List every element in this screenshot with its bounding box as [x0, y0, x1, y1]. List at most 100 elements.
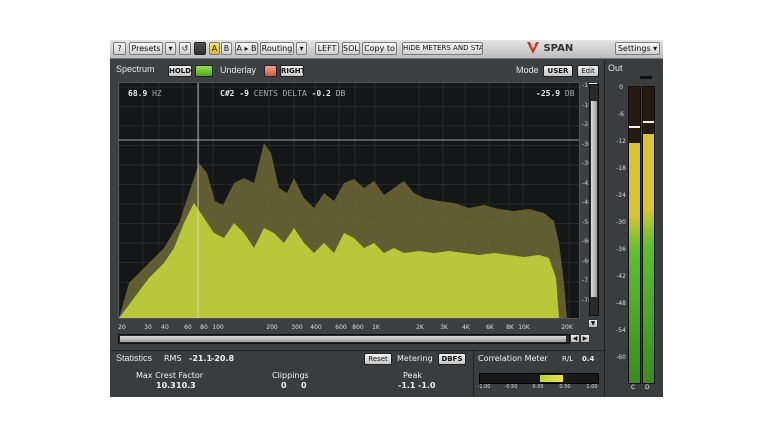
scroll-left-icon[interactable]: ◀ [570, 334, 580, 343]
max-crest-label: Max Crest Factor [136, 371, 204, 380]
readout-frequency: 68.9 HZ [128, 89, 162, 98]
peak-label: Peak [403, 371, 422, 380]
ab-copy-button[interactable]: A ▸ B [235, 42, 258, 55]
frequency-tick-label: 20K [561, 324, 573, 331]
rl-label: R/L [562, 355, 574, 363]
max-crest-right-value: 10.3 [176, 381, 196, 390]
peak-left-value: -1.1 [398, 381, 416, 390]
readout-note: C#2 -9 CENTS DELTA -0.2 DB [220, 89, 346, 98]
correlation-meter-bar [479, 373, 599, 384]
frequency-tick-label: 3K [440, 324, 448, 331]
clippings-right-value: 0 [301, 381, 307, 390]
underlay-label: Underlay [220, 65, 257, 75]
span-plugin-window: ? Presets ▾ ↺ A B A ▸ B Routing ▾ LEFT S… [110, 40, 663, 397]
ab-b-button[interactable]: B [221, 42, 232, 55]
frequency-tick-label: 800 [352, 324, 364, 331]
span-logo: SPAN [526, 41, 573, 57]
logo-text: SPAN [543, 43, 574, 54]
output-tick-label: -42 [616, 273, 626, 280]
frequency-tick-label: 2K [416, 324, 424, 331]
rl-value: 0.4 [582, 355, 595, 363]
frequency-tick-label: 20 [118, 324, 126, 331]
statistics-label: Statistics [116, 353, 153, 363]
rms-label: RMS [164, 354, 182, 363]
spectrum-graph [119, 83, 579, 318]
frequency-tick-label: 40 [161, 324, 169, 331]
scroll-down-icon[interactable]: ▼ [588, 319, 598, 328]
copy-to-button[interactable]: Copy to [362, 42, 397, 55]
correlation-tick-label: 0.00 [532, 384, 544, 390]
output-tick-label: -54 [616, 327, 626, 334]
undo-icon[interactable]: ↺ [179, 42, 191, 55]
output-tick-label: -24 [616, 192, 626, 199]
output-tick-label: -48 [616, 300, 626, 307]
settings-button[interactable]: Settings ▾ [615, 42, 660, 55]
output-tick-label: -30 [616, 219, 626, 226]
bypass-button[interactable] [194, 42, 206, 55]
rms-right-value: -20.8 [211, 354, 235, 363]
horizontal-scrollbar[interactable] [118, 334, 570, 344]
metering-select[interactable]: DBFS [438, 353, 466, 365]
vertical-scrollbar[interactable] [589, 84, 599, 316]
output-clip-led[interactable] [640, 76, 652, 79]
correlation-tick-label: 1.00 [586, 384, 598, 390]
meter-peak-marker [629, 126, 640, 129]
max-crest-left-value: 10.3 [156, 381, 176, 390]
clippings-label: Clippings [272, 371, 309, 380]
meter-channel-left-label: C [631, 384, 636, 391]
presets-dropdown-icon[interactable]: ▾ [165, 42, 176, 55]
horizontal-scroll-thumb[interactable] [120, 336, 566, 342]
routing-dropdown-icon[interactable]: ▾ [296, 42, 307, 55]
meter-level-fill [629, 143, 640, 383]
scroll-right-icon[interactable]: ▶ [580, 334, 590, 343]
clippings-left-value: 0 [281, 381, 287, 390]
rms-left-value: -21.1 [189, 354, 213, 363]
underlay-right-button[interactable]: RIGHT [280, 65, 304, 77]
output-tick-label: -60 [616, 354, 626, 361]
frequency-tick-label: 8K [506, 324, 514, 331]
correlation-label: Correlation Meter [478, 354, 548, 363]
output-tick-label: -12 [616, 138, 626, 145]
hold-button[interactable]: HOLD [168, 65, 192, 77]
meter-level-fill [643, 134, 654, 383]
meter-peak-marker [643, 120, 654, 123]
frequency-tick-label: 400 [310, 324, 322, 331]
spectrum-plot[interactable] [118, 82, 580, 319]
metering-label: Metering [397, 354, 433, 363]
left-channel-button[interactable]: LEFT [315, 42, 339, 55]
vertical-scroll-thumb[interactable] [591, 101, 597, 297]
correlation-tick-label: -0.50 [504, 384, 518, 390]
toolbar: ? Presets ▾ ↺ A B A ▸ B Routing ▾ LEFT S… [110, 40, 663, 59]
readout-level: -25.9 DB [536, 89, 575, 98]
frequency-tick-label: 80 [200, 324, 208, 331]
underlay-color-swatch[interactable] [264, 65, 277, 77]
frequency-tick-label: 200 [266, 324, 278, 331]
solo-button[interactable]: SOLO [342, 42, 360, 55]
frequency-tick-label: 60 [184, 324, 192, 331]
presets-button[interactable]: Presets [129, 42, 163, 55]
output-label: Out [608, 63, 623, 73]
output-tick-label: 0 [619, 84, 623, 91]
output-tick-label: -36 [616, 246, 626, 253]
mode-select[interactable]: USER [543, 65, 573, 77]
routing-button[interactable]: Routing [260, 42, 294, 55]
voxengo-logo-icon [527, 42, 539, 54]
meter-channel-right-label: D [645, 384, 650, 391]
frequency-tick-label: 100 [212, 324, 224, 331]
frequency-tick-label: 30 [144, 324, 152, 331]
output-meter-right [642, 86, 655, 384]
help-button[interactable]: ? [113, 42, 126, 55]
output-tick-label: -6 [618, 111, 624, 118]
frequency-tick-label: 1K [372, 324, 380, 331]
hold-indicator[interactable] [195, 65, 213, 77]
ab-a-button[interactable]: A [209, 42, 220, 55]
mode-label: Mode [516, 65, 539, 75]
edit-button[interactable]: Edit [577, 65, 599, 77]
reset-button[interactable]: Reset [364, 353, 392, 365]
correlation-meter-fill [540, 375, 564, 382]
hide-meters-button[interactable]: HIDE METERS AND STATS [402, 42, 483, 55]
frequency-tick-label: 600 [335, 324, 347, 331]
frequency-tick-label: 300 [291, 324, 303, 331]
correlation-tick-label: -1.00 [477, 384, 491, 390]
frequency-tick-label: 10K [518, 324, 530, 331]
